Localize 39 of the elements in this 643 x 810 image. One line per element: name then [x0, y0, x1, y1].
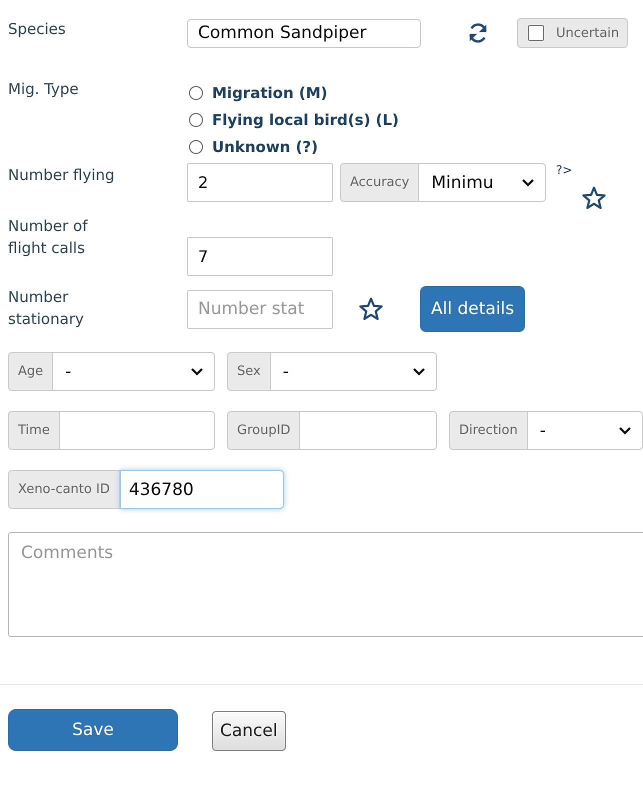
save-button[interactable]: Save [8, 709, 178, 751]
comments-field[interactable]: Comments [8, 532, 643, 637]
field-label: Number stationary [8, 287, 85, 330]
field-label: Species [8, 19, 67, 40]
field-label: Time [8, 411, 60, 450]
radio-option[interactable]: Unknown (?) [187, 138, 643, 156]
select-field[interactable]: - [53, 352, 215, 391]
field-label: GroupID [227, 411, 300, 450]
field-label: Number flying [8, 165, 116, 186]
field-label: Number of flight calls [8, 216, 89, 259]
radio-option[interactable]: Flying local bird(s) (L) [187, 111, 643, 129]
uncertain-checkbox[interactable]: Uncertain [517, 18, 628, 48]
input-field[interactable] [300, 411, 437, 450]
field-label: Direction [449, 411, 528, 450]
chevron-icon [618, 426, 632, 436]
field-label: Xeno-canto ID [8, 470, 120, 509]
chevron-icon [190, 366, 204, 376]
radio-option[interactable]: Migration (M) [187, 84, 643, 102]
field-label: Sex [227, 352, 271, 391]
field-label: Accuracy [340, 163, 420, 202]
accuracy-select[interactable]: Minimu [419, 163, 546, 202]
species-field[interactable]: Common Sandpiper [187, 18, 421, 48]
number-field[interactable]: Number stat [187, 290, 333, 328]
star-icon[interactable] [358, 296, 384, 322]
number-field[interactable]: 7 [187, 237, 333, 276]
select-field[interactable]: - [528, 411, 643, 450]
field-label: Mig. Type [8, 79, 80, 100]
chevron-icon [412, 366, 426, 376]
refresh-icon[interactable] [467, 22, 489, 44]
chevron-icon [521, 178, 535, 188]
cancel-button[interactable]: Cancel [212, 711, 286, 751]
number-field[interactable]: 2 [187, 163, 333, 202]
input-field[interactable]: 436780 [120, 470, 284, 509]
help-link[interactable]: ?> [556, 163, 607, 177]
star-icon[interactable] [581, 185, 607, 211]
field-label: Age [8, 352, 54, 391]
input-field[interactable] [60, 411, 215, 450]
all-details-button[interactable]: All details [420, 286, 526, 332]
select-field[interactable]: - [270, 352, 437, 391]
